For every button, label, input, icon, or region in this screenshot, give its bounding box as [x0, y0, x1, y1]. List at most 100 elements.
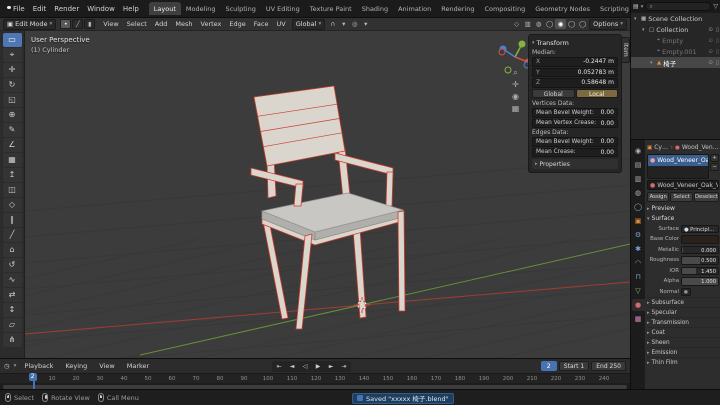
proportional-options-icon[interactable]: ▾ — [360, 19, 371, 29]
tool-transform[interactable]: ⊕ — [2, 108, 22, 122]
properties-tab-constraints[interactable]: ⊓ — [632, 271, 645, 283]
local-button[interactable]: Local — [575, 88, 618, 98]
outliner-item-collection[interactable]: ▾ ▢ Collection ⊙ ▯ — [631, 24, 720, 35]
tool-poly-build[interactable]: ⌂ — [2, 243, 22, 257]
tool-spin[interactable]: ↺ — [2, 258, 22, 272]
play-button[interactable]: ▶ — [312, 362, 324, 371]
breadcrumb-object[interactable]: Cylinder — [654, 144, 668, 151]
alpha-slider[interactable]: 1.000 — [681, 277, 719, 286]
tool-move[interactable]: ✛ — [2, 63, 22, 77]
shading-solid-icon[interactable]: ◉ — [555, 19, 567, 29]
section-specular[interactable]: ▸ Specular — [647, 307, 719, 317]
tool-loop-cut[interactable]: ∥ — [2, 213, 22, 227]
median-x-field[interactable]: X -0.2447 m — [532, 57, 618, 67]
timeline-menu-keying[interactable]: Keying — [61, 360, 91, 372]
properties-tab-object-data[interactable]: ▽ — [632, 285, 645, 297]
workspace-tab-animation[interactable]: Animation — [393, 2, 436, 15]
topbar-menu-help[interactable]: Help — [119, 3, 143, 15]
tool-add-cube[interactable]: ▦ — [2, 153, 22, 167]
viewport-menu-select[interactable]: Select — [123, 18, 151, 30]
hide-in-viewport-icon[interactable]: ⊙ — [708, 60, 714, 66]
deselect-button[interactable]: Deselect — [693, 192, 720, 202]
workspace-tab-rendering[interactable]: Rendering — [436, 2, 479, 15]
pan-hand-icon[interactable]: ✛ — [509, 80, 522, 91]
viewport-menu-uv[interactable]: UV — [272, 18, 289, 30]
roughness-slider[interactable]: 0.500 — [681, 256, 719, 265]
snap-options-icon[interactable]: ▾ — [338, 19, 349, 29]
outliner-item-scene-collection[interactable]: ▾ ▦ Scene Collection — [631, 13, 720, 24]
properties-tab-world[interactable]: ◯ — [632, 201, 645, 213]
transform-panel-header[interactable]: ▾ Transform — [532, 38, 618, 48]
timeline-menu-playback[interactable]: Playback — [20, 360, 57, 372]
breadcrumb-material[interactable]: Wood_Veneer_Oak_Vi — [682, 144, 719, 151]
section-thin-film[interactable]: ▸ Thin Film — [647, 357, 719, 367]
add-slot-button[interactable]: + — [710, 154, 719, 162]
jump-to-start-button[interactable]: ⇤ — [273, 362, 285, 371]
outliner-item-empty[interactable]: ⌖ Empty ⊙ ▯ — [631, 35, 720, 46]
base-color-swatch[interactable] — [681, 235, 719, 244]
workspace-tab-texture-paint[interactable]: Texture Paint — [305, 2, 357, 15]
section-emission[interactable]: ▸ Emission — [647, 347, 719, 357]
workspace-tab-geometry-nodes[interactable]: Geometry Nodes — [530, 2, 595, 15]
ior-slider[interactable]: 1.450 — [681, 266, 719, 275]
tool-smooth[interactable]: ∿ — [2, 273, 22, 287]
topbar-menu-edit[interactable]: Edit — [29, 3, 51, 15]
disable-in-renders-icon[interactable]: ▯ — [716, 38, 720, 44]
snap-magnet-icon[interactable]: ∩ — [327, 19, 338, 29]
transform-orientation-selector[interactable]: Global ▾ — [291, 18, 326, 30]
properties-tab-view-layer[interactable]: ▥ — [632, 173, 645, 185]
disable-in-renders-icon[interactable]: ▯ — [716, 49, 720, 55]
tool-measure[interactable]: ∠ — [2, 138, 22, 152]
workspace-tab-layout[interactable]: Layout — [148, 2, 181, 15]
tool-shrink-fatten[interactable]: ↕ — [2, 303, 22, 317]
properties-tab-output[interactable]: ▤ — [632, 159, 645, 171]
show-overlays-icon[interactable]: ◍ — [533, 19, 544, 29]
properties-tab-modifiers[interactable]: ⚙ — [632, 229, 645, 241]
properties-tab-particles[interactable]: ✱ — [632, 243, 645, 255]
workspace-tab-sculpting[interactable]: Sculpting — [220, 2, 260, 15]
shading-wireframe-icon[interactable]: ◯ — [544, 19, 555, 29]
section-transmission[interactable]: ▸ Transmission — [647, 317, 719, 327]
global-button[interactable]: Global — [532, 88, 575, 98]
hide-in-viewport-icon[interactable]: ⊙ — [708, 27, 714, 33]
preview-section-header[interactable]: ▸ Preview — [647, 204, 719, 214]
perspective-toggle-icon[interactable]: ▦ — [509, 104, 522, 115]
proportional-editing-icon[interactable]: ◎ — [349, 19, 360, 29]
jump-to-end-button[interactable]: ⇥ — [338, 362, 350, 371]
properties-section-header[interactable]: ▸ Properties — [532, 159, 618, 169]
frame-start-field[interactable]: Start 1 — [558, 361, 590, 371]
select-button[interactable]: Select — [670, 192, 693, 202]
frame-end-field[interactable]: End 250 — [591, 361, 626, 371]
viewport-menu-add[interactable]: Add — [151, 18, 172, 30]
timeline-editor-icon[interactable]: ◷ — [4, 362, 10, 370]
vertex-select-button[interactable]: • — [60, 19, 72, 29]
n-panel-tab-item[interactable]: Item — [622, 37, 630, 63]
timeline-ruler[interactable]: 10 20 30 40 50 60 70 80 90 100 110 120 130 140 150 160 1… — [0, 373, 630, 383]
tool-rip-region[interactable]: ⋔ — [2, 333, 22, 347]
outliner-editor-icon[interactable]: ▤ — [633, 3, 639, 10]
timeline-menu-view[interactable]: View — [95, 360, 118, 372]
prev-keyframe-button[interactable]: ◄ — [286, 362, 298, 371]
shading-material-preview-icon[interactable]: ◯ — [566, 19, 577, 29]
topbar-menu-window[interactable]: Window — [83, 3, 119, 15]
next-keyframe-button[interactable]: ► — [325, 362, 337, 371]
disclosure-icon[interactable]: ▾ — [642, 27, 647, 33]
metallic-slider[interactable]: 0.000 — [681, 245, 719, 254]
tool-extrude-region[interactable]: ↥ — [2, 168, 22, 182]
outliner-search-input[interactable]: ⌕ — [645, 2, 712, 11]
properties-tab-object[interactable]: ▣ — [632, 215, 645, 227]
viewport-menu-mesh[interactable]: Mesh — [171, 18, 196, 30]
zoom-icon[interactable]: ⌕ — [509, 68, 522, 79]
mode-selector[interactable]: ▣ Edit Mode ▾ — [3, 18, 57, 30]
outliner-item-item[interactable]: ▾ ▲ 椅子 ⊙ ▯ — [631, 57, 720, 68]
play-reverse-button[interactable]: ◁ — [299, 362, 311, 371]
disable-in-renders-icon[interactable]: ▯ — [716, 60, 720, 66]
surface-section-header[interactable]: ▾ Surface — [647, 214, 719, 224]
workspace-tab-shading[interactable]: Shading — [357, 2, 393, 15]
median-z-field[interactable]: Z 0.58648 m — [532, 78, 618, 88]
tool-select-box[interactable]: ▭ — [2, 33, 22, 47]
timeline-menu-marker[interactable]: Marker — [123, 360, 153, 372]
workspace-tab-compositing[interactable]: Compositing — [479, 2, 530, 15]
median-y-field[interactable]: Y 0.052783 m — [532, 67, 618, 77]
viewport-menu-vertex[interactable]: Vertex — [197, 18, 226, 30]
